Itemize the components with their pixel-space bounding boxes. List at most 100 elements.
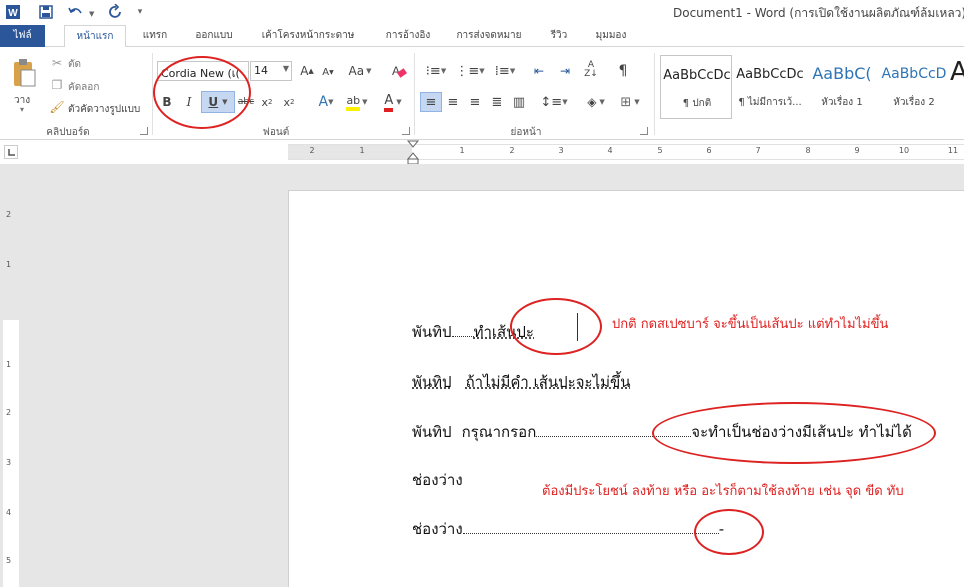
line-text: กรุณากรอก xyxy=(461,423,537,441)
redo-icon[interactable] xyxy=(106,2,126,22)
increase-indent-icon[interactable]: ⇥ xyxy=(556,61,574,81)
line-label: ช่องว่าง xyxy=(412,471,463,489)
ruler-number: 1 xyxy=(6,260,12,269)
style-no-spacing[interactable]: AaBbCcDc ¶ ไม่มีการเว้... xyxy=(734,55,806,119)
tab-file[interactable]: ไฟล์ xyxy=(0,25,45,47)
tab-home[interactable]: หน้าแรก xyxy=(64,25,126,48)
undo-icon[interactable]: ▼ xyxy=(66,2,96,22)
doc-line-2[interactable]: พันทิป ถ้าไม่มีคำ เส้นปะจะไม่ขึ้น xyxy=(412,370,631,394)
annotation-circle xyxy=(510,298,602,355)
style-name: ¶ ปกติ xyxy=(682,98,712,109)
indent-marker-icon[interactable] xyxy=(406,140,420,166)
style-title[interactable]: A xyxy=(950,55,964,119)
bullets-icon[interactable]: ⁝≡ ▼ xyxy=(422,61,450,81)
ruler-margin xyxy=(3,170,19,320)
tab-review[interactable]: รีวิว xyxy=(542,25,576,47)
vertical-ruler[interactable]: 2 1 1 2 3 4 5 xyxy=(3,170,19,587)
borders-icon[interactable]: ⊞ ▼ xyxy=(616,93,644,111)
multilevel-list-icon[interactable]: ⁞≡ ▼ xyxy=(490,61,520,81)
paste-icon[interactable] xyxy=(8,55,40,91)
ruler-number: 8 xyxy=(805,146,811,155)
highlight-icon[interactable]: ab ▼ xyxy=(342,93,372,111)
style-sample: AaBbCcD xyxy=(881,66,947,82)
style-normal[interactable]: AaBbCcDc ¶ ปกติ xyxy=(660,55,732,119)
ruler-number: 1 xyxy=(359,146,365,155)
align-center-icon[interactable]: ≡ xyxy=(444,93,462,111)
tab-references[interactable]: การอ้างอิง xyxy=(378,25,438,47)
tab-mailings[interactable]: การส่งจดหมาย xyxy=(452,25,526,47)
style-name: ¶ ไม่มีการเว้... xyxy=(738,97,802,108)
customize-qat-icon[interactable]: ▾ xyxy=(134,2,146,22)
scissors-icon[interactable]: ✂ xyxy=(48,55,66,71)
annotation-circle xyxy=(652,402,936,464)
annotation-circle xyxy=(694,509,764,555)
format-painter-button[interactable]: ตัวคัดวางรูปแบบ xyxy=(68,102,140,117)
style-name: หัวเรื่อง 1 xyxy=(821,97,863,108)
show-formatting-marks-icon[interactable]: ¶ xyxy=(614,61,632,81)
cut-button[interactable]: ตัด xyxy=(68,57,81,72)
dotted-leader xyxy=(451,322,474,337)
font-group-label: ฟอนต์ xyxy=(262,127,290,138)
doc-line-4[interactable]: ช่องว่าง xyxy=(412,468,463,492)
style-sample: AaBbCcDc xyxy=(736,67,804,82)
subscript-icon[interactable]: x2 xyxy=(260,93,274,111)
style-sample: AaBbC( xyxy=(812,64,872,83)
ruler-number: 2 xyxy=(6,210,12,219)
ruler-number: 4 xyxy=(607,146,613,155)
numbering-icon[interactable]: ⋮≡ ▼ xyxy=(455,61,484,81)
text-effects-icon[interactable]: A ▼ xyxy=(314,93,338,111)
sort-icon[interactable]: A Z↓ xyxy=(582,59,600,81)
ruler-number: 6 xyxy=(706,146,712,155)
svg-text:W: W xyxy=(8,8,18,19)
superscript-icon[interactable]: x2 xyxy=(282,93,296,111)
line-spacing-icon[interactable]: ↕≡ ▼ xyxy=(540,93,568,111)
thai-distributed-icon[interactable]: ▥ xyxy=(510,93,528,111)
paragraph-launcher-icon[interactable] xyxy=(640,127,648,135)
change-case-button[interactable]: Aa ▼ xyxy=(346,61,374,81)
style-heading-2[interactable]: AaBbCcD หัวเรื่อง 2 xyxy=(878,55,950,119)
doc-line-5[interactable]: ช่องว่าง - xyxy=(412,517,724,541)
ruler-row: 2 1 1 2 3 4 5 6 7 8 9 10 11 xyxy=(0,140,964,165)
ruler-number: 2 xyxy=(309,146,315,155)
clipboard-group-label: คลิปบอร์ด xyxy=(46,127,90,138)
font-size-dropdown-icon[interactable]: ▼ xyxy=(283,64,289,73)
clipboard-launcher-icon[interactable] xyxy=(140,127,148,135)
group-divider xyxy=(654,53,655,135)
font-color-icon[interactable]: A ▼ xyxy=(378,93,408,112)
format-painter-icon[interactable]: 🖌 xyxy=(48,99,66,115)
ruler-number: 10 xyxy=(898,146,910,155)
shading-icon[interactable]: ◈ ▼ xyxy=(582,93,610,111)
copy-button[interactable]: คัดลอก xyxy=(68,80,99,95)
ruler-number: 9 xyxy=(854,146,860,155)
tab-selector-icon[interactable] xyxy=(4,145,18,159)
tab-insert[interactable]: แทรก xyxy=(136,25,174,47)
clear-formatting-icon[interactable]: A xyxy=(390,61,408,81)
line-label: ช่องว่าง xyxy=(412,520,463,538)
svg-text:A: A xyxy=(392,64,400,78)
tab-design[interactable]: ออกแบบ xyxy=(188,25,240,47)
svg-text:▼: ▼ xyxy=(89,10,95,18)
style-heading-1[interactable]: AaBbC( หัวเรื่อง 1 xyxy=(806,55,878,119)
align-left-icon[interactable]: ≡ xyxy=(420,92,442,112)
tab-layout[interactable]: เค้าโครงหน้ากระดาษ xyxy=(258,25,358,47)
line-label: พันทิป xyxy=(412,373,452,391)
decrease-indent-icon[interactable]: ⇤ xyxy=(530,61,548,81)
save-icon[interactable] xyxy=(36,2,56,22)
grow-font-icon[interactable]: A ▲ xyxy=(298,61,316,81)
annotation-circle xyxy=(153,56,251,129)
word-window: W ▼ ▾ Document1 - Word (การเปิดใช้งานผลิ… xyxy=(0,0,964,587)
line-label: พันทิป xyxy=(412,423,452,441)
style-sample: A xyxy=(950,57,964,87)
ruler-number: 4 xyxy=(6,508,12,517)
tab-view[interactable]: มุมมอง xyxy=(588,25,634,47)
ruler-number: 5 xyxy=(657,146,663,155)
paste-dropdown-icon[interactable]: ▾ xyxy=(20,105,24,114)
copy-icon[interactable]: ❐ xyxy=(48,77,66,93)
font-launcher-icon[interactable] xyxy=(402,127,410,135)
horizontal-ruler[interactable]: 2 1 1 2 3 4 5 6 7 8 9 10 11 xyxy=(288,140,964,165)
justify-icon[interactable]: ≣ xyxy=(488,93,506,111)
word-logo-icon: W xyxy=(4,2,22,22)
shrink-font-icon[interactable]: A ▼ xyxy=(320,63,336,81)
align-right-icon[interactable]: ≡ xyxy=(466,93,484,111)
font-size-combo[interactable]: 14 ▼ xyxy=(250,61,292,81)
